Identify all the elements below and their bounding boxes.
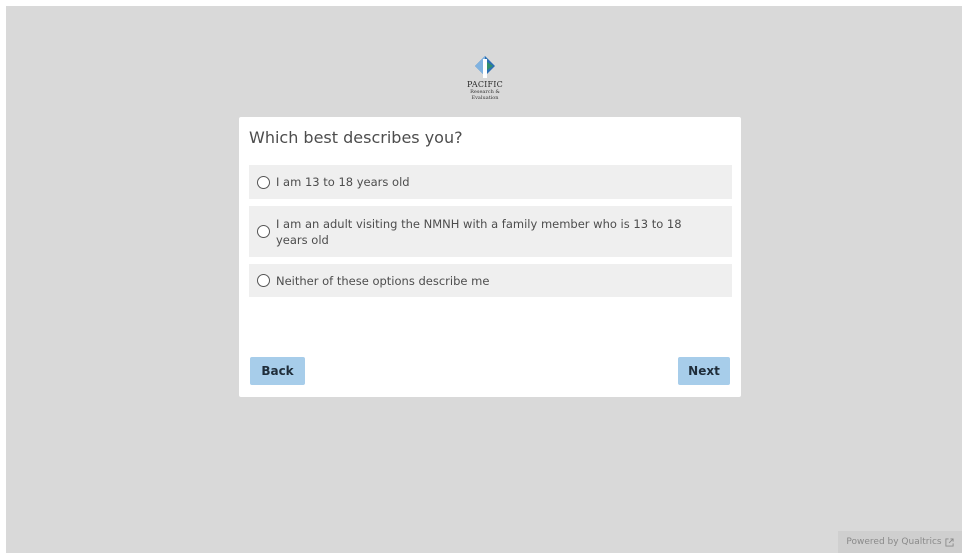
- choice-label: Neither of these options describe me: [276, 273, 490, 288]
- pacific-logo-icon: [475, 56, 495, 78]
- radio-button[interactable]: [257, 175, 270, 189]
- pacific-logo: PACIFIC Research & Evaluation: [463, 56, 507, 108]
- choice-adult-with-family[interactable]: I am an adult visiting the NMNH with a f…: [249, 206, 732, 257]
- choice-label: I am an adult visiting the NMNH with a f…: [276, 216, 682, 247]
- radio-button[interactable]: [257, 225, 270, 238]
- logo-subtitle-2: Evaluation: [471, 95, 499, 101]
- powered-by-label: Powered by Qualtrics: [846, 537, 942, 547]
- back-button[interactable]: Back: [250, 357, 305, 385]
- question-text: Which best describes you?: [249, 128, 463, 147]
- choice-13-to-18[interactable]: I am 13 to 18 years old: [249, 165, 732, 199]
- choice-label: I am 13 to 18 years old: [276, 175, 410, 189]
- external-link-icon: [945, 537, 954, 547]
- question-card: Which best describes you? I am 13 to 18 …: [239, 117, 741, 397]
- radio-button[interactable]: [257, 274, 270, 287]
- choice-neither[interactable]: Neither of these options describe me: [249, 264, 732, 297]
- logo-brand: PACIFIC: [467, 80, 503, 89]
- next-button[interactable]: Next: [678, 357, 730, 385]
- powered-by-qualtrics-link[interactable]: Powered by Qualtrics: [838, 531, 962, 553]
